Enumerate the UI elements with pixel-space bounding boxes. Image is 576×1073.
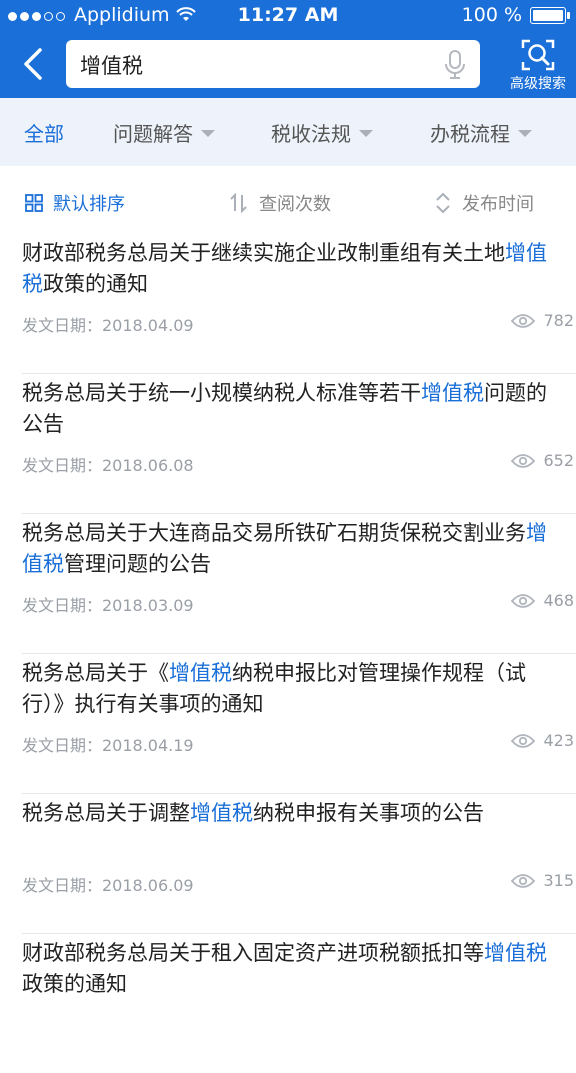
tab-label: 办税流程 — [430, 122, 510, 146]
item-title: 财政部税务总局关于租入固定资产进项税额抵扣等增值税政策的通知 — [22, 938, 552, 1000]
eye-icon — [511, 453, 536, 468]
title-text: 税务总局关于调整 — [22, 801, 190, 825]
tab-label: 全部 — [24, 122, 64, 146]
item-date: 发文日期：2018.06.09 — [22, 876, 194, 895]
view-count-value: 782 — [543, 311, 574, 330]
title-text: 管理问题的公告 — [64, 552, 211, 576]
tab-label: 税收法规 — [271, 122, 351, 146]
item-title: 税务总局关于调整增值税纳税申报有关事项的公告 — [22, 798, 552, 829]
list-item[interactable]: 财政部税务总局关于租入固定资产进项税额抵扣等增值税政策的通知 — [22, 934, 576, 1073]
view-count: 423 — [511, 731, 574, 750]
chevron-updown-icon — [436, 192, 450, 214]
item-date: 发文日期：2018.03.09 — [22, 596, 194, 615]
sort-views-label: 查阅次数 — [259, 194, 331, 215]
advanced-search-icon — [521, 39, 555, 71]
highlight-keyword: 增值税 — [421, 381, 484, 405]
sort-arrows-icon — [230, 193, 247, 213]
caret-down-icon — [518, 130, 532, 137]
view-count-value: 423 — [543, 731, 574, 750]
tab-all[interactable]: 全部 — [24, 118, 64, 147]
battery-icon — [530, 6, 570, 24]
grid-icon — [25, 194, 43, 212]
sort-default-label: 默认排序 — [53, 194, 125, 215]
sort-bar: 默认排序 查阅次数 发布时间 — [0, 166, 576, 234]
back-button[interactable] — [16, 44, 52, 84]
item-title: 税务总局关于大连商品交易所铁矿石期货保税交割业务增值税管理问题的公告 — [22, 518, 552, 580]
eye-icon — [511, 733, 536, 748]
battery-info: 100 % — [461, 4, 570, 26]
advanced-search-label: 高级搜索 — [510, 76, 566, 92]
item-title: 财政部税务总局关于继续实施企业改制重组有关土地增值税政策的通知 — [22, 238, 552, 300]
highlight-keyword: 增值税 — [169, 661, 232, 685]
item-title: 税务总局关于《增值税纳税申报比对管理操作规程（试行）》执行有关事项的通知 — [22, 658, 552, 720]
search-query-text: 增值税 — [80, 54, 143, 78]
title-text: 政策的通知 — [43, 272, 148, 296]
tab-label: 问题解答 — [113, 122, 193, 146]
result-list: 财政部税务总局关于继续实施企业改制重组有关土地增值税政策的通知 发文日期：201… — [0, 234, 576, 1073]
title-text: 税务总局关于统一小规模纳税人标准等若干 — [22, 381, 421, 405]
view-count: 315 — [511, 871, 574, 890]
tab-qa[interactable]: 问题解答 — [113, 118, 215, 147]
title-text: 税务总局关于大连商品交易所铁矿石期货保税交割业务 — [22, 521, 526, 545]
chevron-left-icon — [24, 48, 42, 80]
item-date: 发文日期：2018.06.08 — [22, 456, 194, 475]
list-item[interactable]: 税务总局关于调整增值税纳税申报有关事项的公告 发文日期：2018.06.09 3… — [22, 794, 576, 934]
item-title: 税务总局关于统一小规模纳税人标准等若干增值税问题的公告 — [22, 378, 552, 440]
caret-down-icon — [359, 130, 373, 137]
eye-icon — [511, 313, 536, 328]
highlight-keyword: 增值税 — [190, 801, 253, 825]
title-text: 税务总局关于《 — [22, 661, 169, 685]
view-count-value: 468 — [543, 591, 574, 610]
view-count-value: 315 — [543, 871, 574, 890]
item-date: 发文日期：2018.04.19 — [22, 736, 194, 755]
item-date: 发文日期：2018.04.09 — [22, 316, 194, 335]
sort-default-button[interactable]: 默认排序 — [25, 190, 125, 216]
sort-views-button[interactable]: 查阅次数 — [229, 190, 331, 216]
view-count: 652 — [511, 451, 574, 470]
microphone-icon[interactable] — [444, 50, 466, 80]
view-count-value: 652 — [543, 451, 574, 470]
status-bar: Applidium 11:27 AM 100 % — [0, 0, 576, 30]
caret-down-icon — [201, 130, 215, 137]
top-bar: Applidium 11:27 AM 100 % 增值税 高级搜索 — [0, 0, 576, 98]
view-count: 468 — [511, 591, 574, 610]
view-count: 782 — [511, 311, 574, 330]
title-text: 财政部税务总局关于继续实施企业改制重组有关土地 — [22, 241, 505, 265]
title-text: 纳税申报有关事项的公告 — [253, 801, 484, 825]
list-item[interactable]: 财政部税务总局关于继续实施企业改制重组有关土地增值税政策的通知 发文日期：201… — [22, 234, 576, 374]
battery-percent: 100 % — [461, 4, 522, 26]
highlight-keyword: 增值税 — [484, 941, 547, 965]
list-item[interactable]: 税务总局关于《增值税纳税申报比对管理操作规程（试行）》执行有关事项的通知 发文日… — [22, 654, 576, 794]
title-text: 财政部税务总局关于租入固定资产进项税额抵扣等 — [22, 941, 484, 965]
search-input[interactable]: 增值税 — [66, 40, 480, 88]
list-item[interactable]: 税务总局关于大连商品交易所铁矿石期货保税交割业务增值税管理问题的公告 发文日期：… — [22, 514, 576, 654]
tab-tax-procedures[interactable]: 办税流程 — [430, 118, 532, 147]
category-tabs: 全部 问题解答 税收法规 办税流程 — [0, 98, 576, 166]
advanced-search-button[interactable]: 高级搜索 — [500, 36, 576, 96]
title-text: 政策的通知 — [22, 972, 127, 996]
eye-icon — [511, 873, 536, 888]
tab-tax-regulations[interactable]: 税收法规 — [271, 118, 373, 147]
sort-time-button[interactable]: 发布时间 — [434, 190, 534, 216]
eye-icon — [511, 593, 536, 608]
sort-time-label: 发布时间 — [462, 194, 534, 215]
list-item[interactable]: 税务总局关于统一小规模纳税人标准等若干增值税问题的公告 发文日期：2018.06… — [22, 374, 576, 514]
